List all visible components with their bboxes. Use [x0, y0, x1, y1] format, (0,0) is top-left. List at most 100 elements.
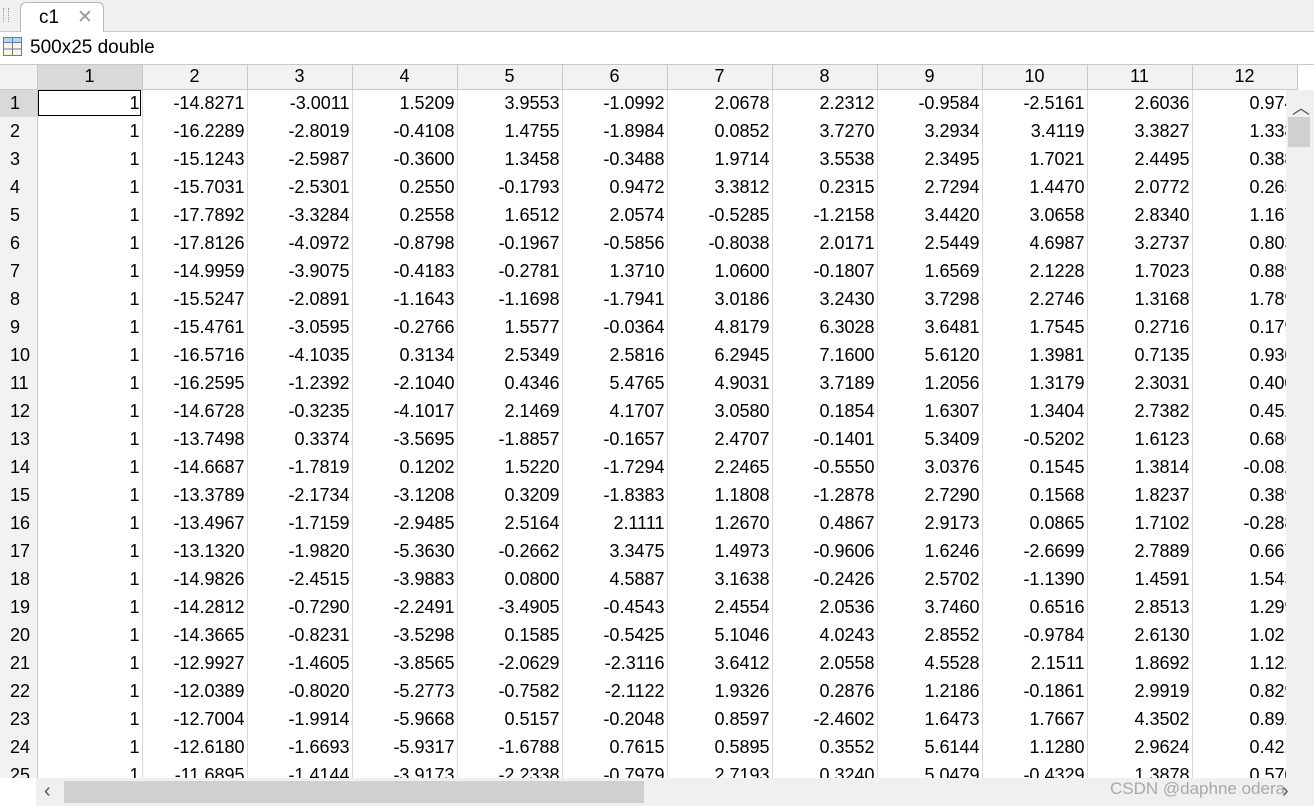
table-cell[interactable]: 0.2315 — [772, 173, 878, 201]
table-cell[interactable]: 3.2737 — [1087, 229, 1193, 257]
table-cell[interactable]: -13.7498 — [142, 425, 248, 453]
table-cell[interactable]: -2.0629 — [457, 649, 563, 677]
table-cell[interactable]: 1.338 — [1192, 117, 1298, 145]
table-cell[interactable]: 2.9919 — [1087, 677, 1193, 705]
table-cell[interactable]: -1.0992 — [562, 89, 668, 117]
column-header-4[interactable]: 4 — [352, 65, 458, 90]
table-cell[interactable]: -0.9784 — [982, 621, 1088, 649]
column-header-6[interactable]: 6 — [562, 65, 668, 90]
table-cell[interactable]: -15.5247 — [142, 285, 248, 313]
table-cell[interactable]: -13.3789 — [142, 481, 248, 509]
row-header[interactable]: 20 — [0, 621, 38, 649]
table-cell[interactable]: 0.3374 — [247, 425, 353, 453]
row-header[interactable]: 11 — [0, 369, 38, 397]
column-header-1[interactable]: 1 — [37, 65, 143, 90]
table-cell[interactable]: 1 — [37, 257, 143, 285]
table-cell[interactable]: 5.1046 — [667, 621, 773, 649]
table-cell[interactable]: 2.0574 — [562, 201, 668, 229]
table-cell[interactable]: 0.265 — [1192, 173, 1298, 201]
corner-cell[interactable] — [0, 65, 38, 90]
table-cell[interactable]: -14.6687 — [142, 453, 248, 481]
close-icon[interactable]: ✕ — [77, 6, 93, 29]
table-cell[interactable]: 5.6120 — [877, 341, 983, 369]
table-cell[interactable]: -2.9485 — [352, 509, 458, 537]
table-cell[interactable]: 4.5887 — [562, 565, 668, 593]
table-cell[interactable]: 2.5702 — [877, 565, 983, 593]
table-cell[interactable]: 0.388 — [1192, 145, 1298, 173]
table-cell[interactable]: 0.930 — [1192, 341, 1298, 369]
table-cell[interactable]: -0.2662 — [457, 537, 563, 565]
table-cell[interactable]: 0.1568 — [982, 481, 1088, 509]
table-cell[interactable]: 0.6516 — [982, 593, 1088, 621]
table-cell[interactable]: -0.7290 — [247, 593, 353, 621]
table-cell[interactable]: -3.9173 — [352, 761, 458, 778]
table-cell[interactable]: -3.9883 — [352, 565, 458, 593]
table-cell[interactable]: 2.0558 — [772, 649, 878, 677]
drag-grip-icon[interactable] — [3, 8, 9, 22]
table-cell[interactable]: -0.4183 — [352, 257, 458, 285]
table-cell[interactable]: -3.3284 — [247, 201, 353, 229]
table-cell[interactable]: 2.1111 — [562, 509, 668, 537]
table-cell[interactable]: 1.3814 — [1087, 453, 1193, 481]
table-cell[interactable]: -14.6728 — [142, 397, 248, 425]
table-cell[interactable]: -0.3600 — [352, 145, 458, 173]
table-cell[interactable]: 1 — [37, 705, 143, 733]
table-cell[interactable]: -11.6895 — [142, 761, 248, 778]
table-cell[interactable]: 5.4765 — [562, 369, 668, 397]
table-cell[interactable]: 3.7298 — [877, 285, 983, 313]
row-header[interactable]: 1 — [0, 89, 38, 117]
table-cell[interactable]: 3.6481 — [877, 313, 983, 341]
table-cell[interactable]: 2.0678 — [667, 89, 773, 117]
table-cell[interactable]: 2.7294 — [877, 173, 983, 201]
table-cell[interactable]: -5.9317 — [352, 733, 458, 761]
table-cell[interactable]: 0.5895 — [667, 733, 773, 761]
table-cell[interactable]: 1.4973 — [667, 537, 773, 565]
row-header[interactable]: 18 — [0, 565, 38, 593]
table-cell[interactable]: -0.2766 — [352, 313, 458, 341]
table-cell[interactable]: 1 — [37, 537, 143, 565]
table-cell[interactable]: -1.4605 — [247, 649, 353, 677]
table-cell[interactable]: -12.7004 — [142, 705, 248, 733]
table-cell[interactable]: -14.8271 — [142, 89, 248, 117]
table-cell[interactable]: -14.9959 — [142, 257, 248, 285]
table-cell[interactable]: 3.0580 — [667, 397, 773, 425]
table-cell[interactable]: 0.3240 — [772, 761, 878, 778]
table-cell[interactable]: -1.7294 — [562, 453, 668, 481]
table-cell[interactable]: -1.8383 — [562, 481, 668, 509]
table-cell[interactable]: 2.8552 — [877, 621, 983, 649]
table-cell[interactable]: 3.3475 — [562, 537, 668, 565]
table-cell[interactable]: 0.4346 — [457, 369, 563, 397]
table-cell[interactable]: 0.2876 — [772, 677, 878, 705]
table-cell[interactable]: 1 — [37, 201, 143, 229]
table-cell[interactable]: 0.1585 — [457, 621, 563, 649]
table-cell[interactable]: 2.7193 — [667, 761, 773, 778]
table-cell[interactable]: 4.3502 — [1087, 705, 1193, 733]
table-cell[interactable]: -0.5202 — [982, 425, 1088, 453]
table-cell[interactable]: 0.667 — [1192, 537, 1298, 565]
table-cell[interactable]: 0.179 — [1192, 313, 1298, 341]
table-cell[interactable]: 1.9714 — [667, 145, 773, 173]
table-cell[interactable]: 5.0479 — [877, 761, 983, 778]
table-cell[interactable]: -1.7941 — [562, 285, 668, 313]
table-cell[interactable]: -0.288 — [1192, 509, 1298, 537]
table-cell[interactable]: 1.3710 — [562, 257, 668, 285]
table-cell[interactable]: -0.1401 — [772, 425, 878, 453]
table-cell[interactable]: 2.0536 — [772, 593, 878, 621]
table-cell[interactable]: -12.0389 — [142, 677, 248, 705]
table-cell[interactable]: 3.1638 — [667, 565, 773, 593]
table-cell[interactable]: 1.7021 — [982, 145, 1088, 173]
table-cell[interactable]: -3.5695 — [352, 425, 458, 453]
table-cell[interactable]: 2.5349 — [457, 341, 563, 369]
table-cell[interactable]: 7.1600 — [772, 341, 878, 369]
table-cell[interactable]: 3.7460 — [877, 593, 983, 621]
table-cell[interactable]: 0.7615 — [562, 733, 668, 761]
table-cell[interactable]: -0.8231 — [247, 621, 353, 649]
column-header-12[interactable]: 12 — [1192, 65, 1298, 90]
table-cell[interactable]: 1 — [37, 509, 143, 537]
table-cell[interactable]: 1 — [37, 453, 143, 481]
table-cell[interactable]: 0.400 — [1192, 369, 1298, 397]
table-cell[interactable]: 2.5164 — [457, 509, 563, 537]
table-cell[interactable]: -2.3116 — [562, 649, 668, 677]
table-cell[interactable]: -0.5856 — [562, 229, 668, 257]
table-cell[interactable]: 1 — [37, 677, 143, 705]
